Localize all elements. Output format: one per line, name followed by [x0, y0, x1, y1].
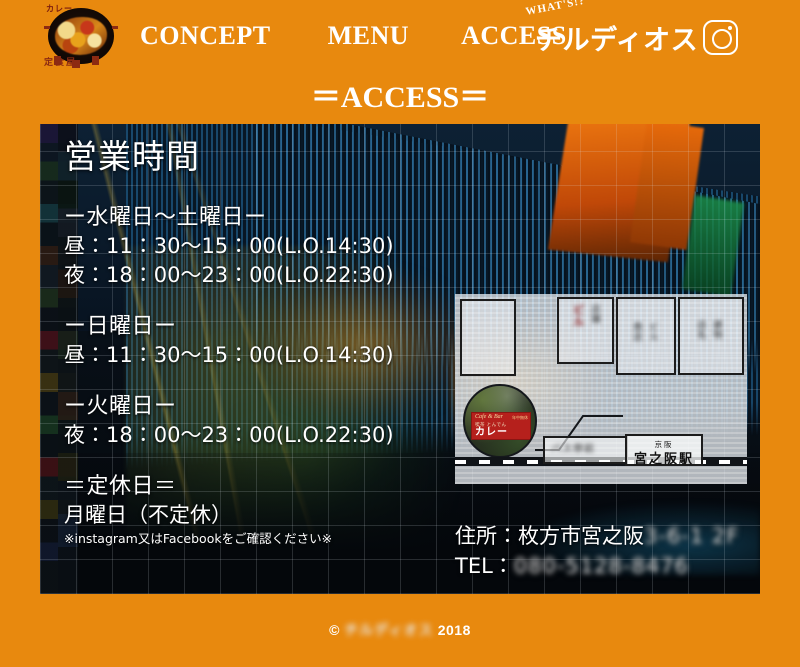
logo-tick	[92, 56, 99, 65]
business-hours-block: 営業時間 ー水曜日〜土曜日ー 昼：11：30〜15：00(L.O.14:30) …	[64, 136, 394, 548]
logo-tick	[44, 26, 50, 29]
station-name-label: 宮之阪駅	[633, 452, 694, 467]
hours-group-tuesday: ー火曜日ー 夜：18：00〜23：00(L.O.22:30)	[64, 392, 394, 450]
copyright-owner-redacted: チルディオス	[344, 622, 434, 638]
logo-text-bottom: 定食屋	[44, 57, 78, 67]
logo-curry-icon	[55, 17, 107, 55]
map-building-block	[616, 297, 676, 375]
closed-days-title: ＝定休日＝	[64, 474, 177, 500]
signboard-line-4: 年中無休	[512, 415, 528, 420]
telephone-redacted: 080-5128-8476	[513, 554, 689, 579]
business-hours-title: 営業時間	[64, 137, 200, 176]
map-station-box: 京阪 宮之阪駅	[625, 434, 703, 467]
instagram-icon[interactable]	[703, 20, 738, 55]
hours-group-weekday: ー水曜日〜土曜日ー 昼：11：30〜15：00(L.O.14:30) 夜：18：…	[64, 203, 394, 290]
address-label: 住所：枚方市宮之阪	[455, 524, 644, 549]
main-navigation: CONCEPT MENU ACCESS	[140, 0, 567, 72]
location-map[interactable]: ビル 店舗 商店 ビル 店名 建物 Cafe & Bar 喫茶 とんでん カレー…	[455, 294, 747, 484]
map-building-block	[460, 299, 516, 376]
page-title: ＝ACCESS＝	[310, 81, 490, 114]
hours-group-sunday: ー日曜日ー 昼：11：30〜15：00(L.O.14:30)	[64, 312, 394, 370]
hours-lunch-line: 昼：11：30〜15：00(L.O.14:30)	[64, 343, 394, 368]
brand-wordmark[interactable]: WHAT'S!? チルディオス	[525, 0, 698, 62]
address-redacted: 3-6-1 2F	[644, 524, 740, 549]
access-panel: 営業時間 ー水曜日〜土曜日ー 昼：11：30〜15：00(L.O.14:30) …	[40, 124, 760, 594]
telephone-label: TEL：	[455, 554, 514, 579]
hours-day-label: ー水曜日〜土曜日ー	[64, 205, 267, 231]
map-building-block	[557, 297, 614, 364]
nav-item-concept[interactable]: CONCEPT	[140, 21, 271, 51]
map-label-redacted: ビル	[571, 304, 585, 328]
address-block: 住所：枚方市宮之阪3-6-1 2F TEL：080-5128-8476	[455, 522, 739, 582]
site-footer: © チルディオス 2018	[0, 620, 800, 640]
copyright-mark: ©	[329, 622, 340, 638]
map-label-redacted: 店舗	[589, 304, 600, 324]
map-label-redacted: 建物	[711, 320, 722, 340]
hours-day-label: ー日曜日ー	[64, 314, 177, 340]
closed-days-note: ※instagram又はFacebookをご確認ください※	[64, 531, 333, 547]
hours-dinner-line: 夜：18：00〜23：00(L.O.22:30)	[64, 423, 394, 448]
hours-lunch-line: 昼：11：30〜15：00(L.O.14:30)	[64, 234, 394, 259]
shop-signboard: Cafe & Bar 喫茶 とんでん カレー 年中無休	[471, 412, 531, 440]
signboard-line-3: カレー	[475, 427, 508, 438]
copyright-year: 2018	[437, 622, 471, 638]
map-label-redacted: 商店	[631, 322, 642, 342]
site-header: カレー 定食屋 CONCEPT MENU ACCESS WHAT'S!? チルデ…	[0, 0, 800, 72]
map-label-redacted: バス停前	[551, 444, 595, 455]
address-line: 住所：枚方市宮之阪3-6-1 2F	[455, 522, 739, 552]
map-label-redacted: ビル	[647, 322, 658, 342]
shop-photo-thumbnail[interactable]: Cafe & Bar 喫茶 とんでん カレー 年中無休	[463, 384, 537, 458]
logo-tick	[112, 26, 118, 29]
telephone-line: TEL：080-5128-8476	[455, 552, 739, 582]
signboard-line-1: Cafe & Bar	[475, 414, 503, 420]
hours-day-label: ー火曜日ー	[64, 394, 177, 420]
site-logo[interactable]: カレー 定食屋	[38, 4, 124, 68]
hours-dinner-line: 夜：18：00〜23：00(L.O.22:30)	[64, 263, 394, 288]
map-minor-label-box: バス停前	[543, 436, 628, 464]
closed-days-group: ＝定休日＝ 月曜日（不定休） ※instagram又はFacebookをご確認く…	[64, 472, 394, 548]
closed-days-value: 月曜日（不定休）	[64, 503, 232, 528]
nav-item-menu[interactable]: MENU	[328, 21, 409, 51]
map-label-redacted: 店名	[695, 320, 706, 340]
brand-name: チルディオス	[535, 24, 699, 57]
